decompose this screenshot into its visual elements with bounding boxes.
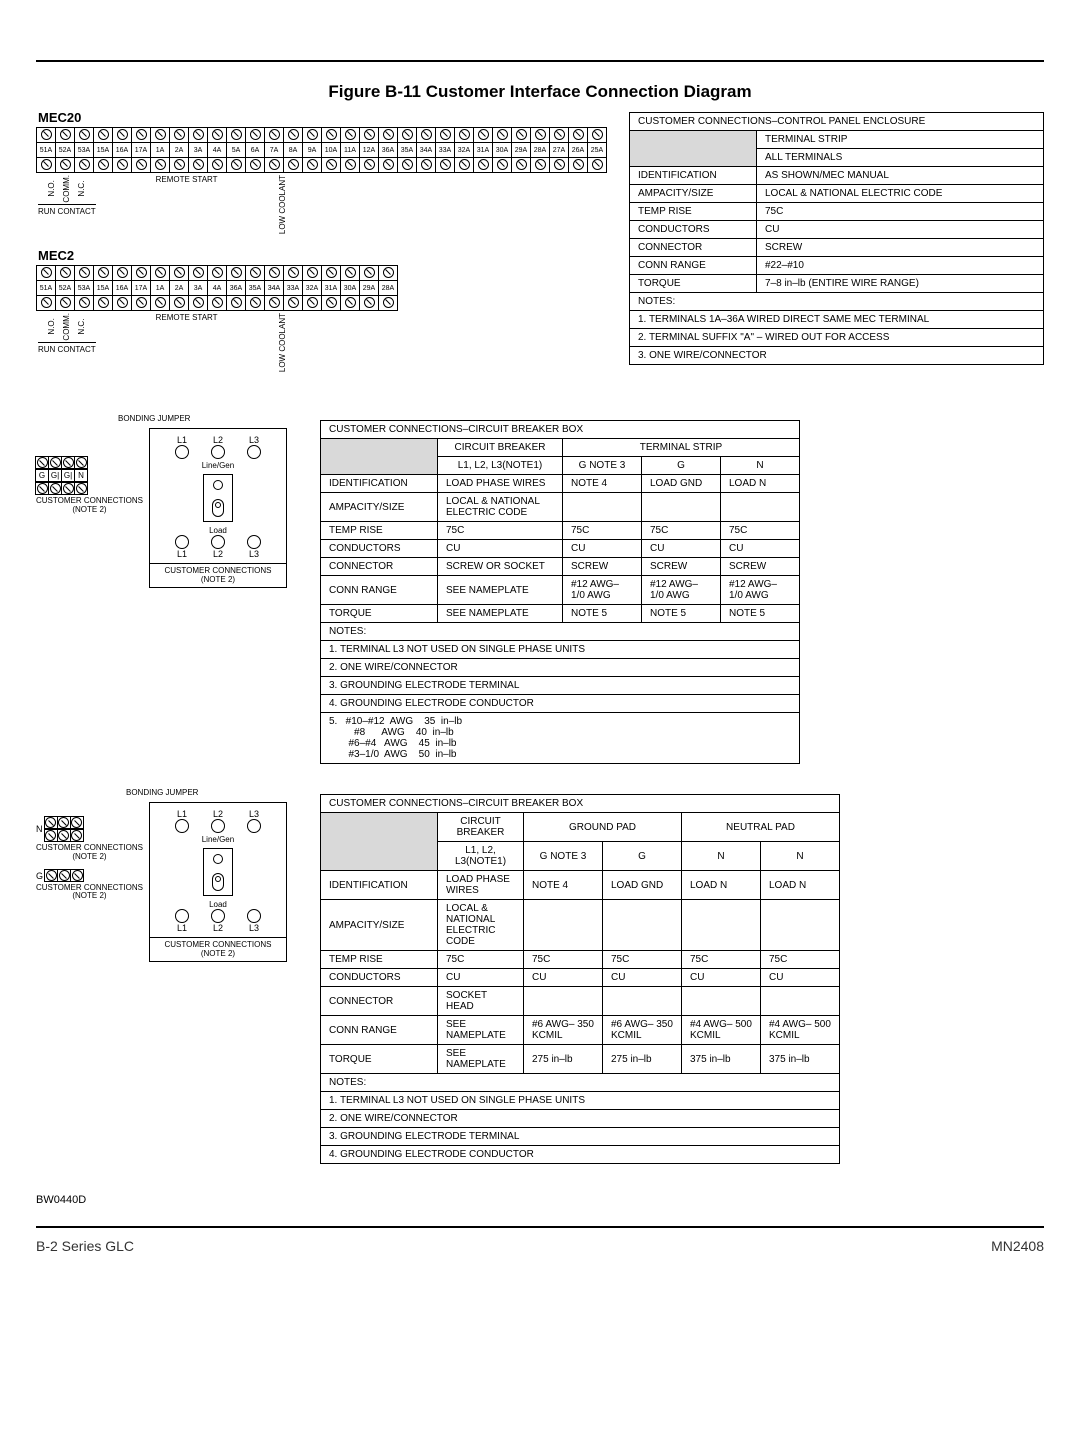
figure-title: Figure B-11 Customer Interface Connectio… [36,82,1044,102]
leg-no: N.O. [47,175,56,203]
circuit-diagram: L1 L2 L3 Line/Gen Load L1 L2 L3 CUSTOMER… [149,428,287,588]
bonding-label: BONDING JUMPER [118,414,190,423]
leg-remote-start: REMOTE START [156,175,218,184]
spec-table-breaker-2: CUSTOMER CONNECTIONS–CIRCUIT BREAKER BOX… [320,794,840,1164]
terminal-strip-mec20: 51A52A53A15A16A17A1A2A3A4A5A6A7A8A9A10A1… [36,127,607,173]
drawing-number: BW0440D [36,1194,1044,1206]
leg-run-contact: RUN CONTACT [38,204,96,216]
leg-nc: N.C. [77,175,86,203]
circuit-diagram-2: L1 L2 L3 Line/Gen Load L1 L2 L3 CUSTOMER… [149,802,287,962]
spec-table-control-panel: CUSTOMER CONNECTIONS–CONTROL PANEL ENCLO… [629,112,1044,365]
terminal-strip-mec2: 51A52A53A15A16A17A1A2A3A4A36A35A34A33A32… [36,265,398,311]
footer-left: B-2 Series GLC [36,1238,134,1254]
mec20-label: MEC20 [38,110,607,125]
leg-low-coolant: LOW COOLANT [278,175,287,234]
footer-right: MN2408 [991,1238,1044,1254]
mec2-label: MEC2 [38,248,607,263]
leg-comm: COMM. [62,175,71,203]
spec-table-breaker-1: CUSTOMER CONNECTIONS–CIRCUIT BREAKER BOX… [320,420,800,764]
